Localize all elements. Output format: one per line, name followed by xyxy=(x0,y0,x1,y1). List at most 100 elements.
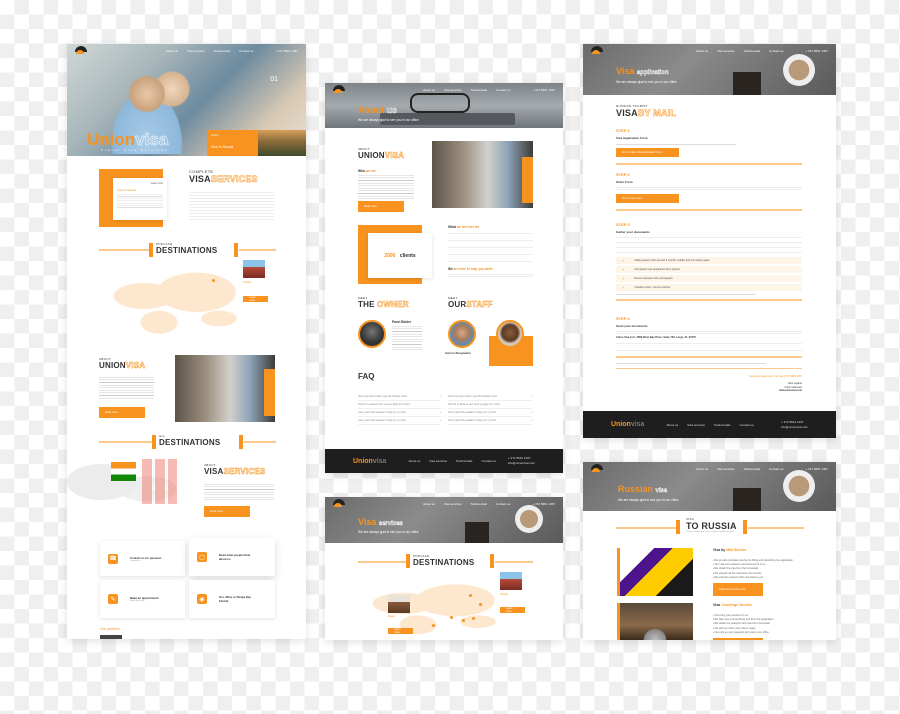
nav-phone[interactable]: + 372 5661 1467 xyxy=(805,467,828,471)
map-pin[interactable] xyxy=(479,603,482,606)
map-pin[interactable] xyxy=(450,616,453,619)
russia-nav: About us Visa services Testimonials Cont… xyxy=(583,462,836,476)
nav-visa-services[interactable]: Visa services xyxy=(717,49,735,53)
nav-about[interactable]: About us xyxy=(423,502,435,506)
faq-item[interactable]: Can I extend the duration of stay on my … xyxy=(448,409,533,417)
signature: Best regards Union Visa team www.unionvi… xyxy=(779,382,802,392)
concierge-service-title: Visa Concierge Service xyxy=(713,603,752,607)
nav-contact[interactable]: Contact us xyxy=(496,502,510,506)
nav-about[interactable]: About us xyxy=(423,88,435,92)
nav-testimonials[interactable]: Testimonials xyxy=(471,88,488,92)
nav-contact[interactable]: Contact us xyxy=(496,88,510,92)
popular-destinations-heading: POPULAR DESTINATIONS xyxy=(358,554,533,570)
footer-nav-contact[interactable]: Contact us xyxy=(739,423,753,427)
visa-services-text xyxy=(189,192,274,222)
nav-about[interactable]: About us xyxy=(166,49,178,53)
faq-item[interactable]: How long does it take to get the Russian… xyxy=(448,393,533,401)
mail-hero-sub: We are always glad to see you in our off… xyxy=(616,80,677,84)
partner-logo[interactable] xyxy=(100,635,122,639)
logo[interactable] xyxy=(591,464,607,474)
nav-phone[interactable]: + 372 5661 1467 xyxy=(532,502,555,506)
visa-card[interactable]: Learn more Visa to Russia xyxy=(113,178,167,220)
staff-avatar[interactable] xyxy=(448,320,476,348)
nav-visa-services[interactable]: Visa services xyxy=(444,502,462,506)
logo[interactable] xyxy=(75,46,91,56)
india-flag[interactable] xyxy=(111,462,136,481)
nav-visa-services[interactable]: Visa services xyxy=(187,49,205,53)
faq-item[interactable]: Can I extend the duration of stay on my … xyxy=(358,409,441,417)
footer-nav-testimonials[interactable]: Testimonials xyxy=(714,423,731,427)
faq-item[interactable]: Can I extend the duration of stay on my … xyxy=(448,417,533,425)
contact-card-question[interactable]: ☎ Contact us for question Contact us xyxy=(100,541,185,576)
nav-visa-services[interactable]: Visa services xyxy=(444,88,462,92)
faq-right-column: How long does it take to get the Russian… xyxy=(448,393,533,425)
faq-item[interactable]: How long does it take to get the Russian… xyxy=(358,393,441,401)
map-pin[interactable] xyxy=(212,279,215,282)
what-text xyxy=(448,233,533,263)
russia-page-mockup: About us Visa services Testimonials Cont… xyxy=(583,462,836,640)
nav-testimonials[interactable]: Testimonials xyxy=(471,502,488,506)
faq-item[interactable]: How far in advance do I need to apply fo… xyxy=(358,401,441,409)
nav-contact[interactable]: Contact us xyxy=(769,49,783,53)
nav-contact[interactable]: Contact us xyxy=(769,467,783,471)
step-2-button[interactable]: Go to Order Form xyxy=(616,194,679,203)
russia-thumb[interactable] xyxy=(500,572,522,590)
about-visa-read-more-button[interactable]: Read more xyxy=(204,506,250,517)
footer-nav-about[interactable]: About us xyxy=(666,423,678,427)
nepal-thumb[interactable] xyxy=(388,595,410,613)
map-pin[interactable] xyxy=(462,619,465,622)
map-pin[interactable] xyxy=(432,624,435,627)
footer-nav-visa[interactable]: Visa services xyxy=(429,459,447,463)
dest-right-button[interactable]: Learn more xyxy=(500,607,525,613)
nav-testimonials[interactable]: Testimonials xyxy=(214,49,231,53)
dest-left-button[interactable]: Learn more xyxy=(388,628,413,634)
contact-card-office[interactable]: ◉ Our office in Tampa Bay Florida xyxy=(189,580,275,618)
team-photo-accent xyxy=(522,157,533,203)
promo-card[interactable]: Visa to Visa to Russia xyxy=(207,130,258,156)
footer-nav-visa[interactable]: Visa services xyxy=(687,423,705,427)
footer-logo[interactable]: Unionvisa xyxy=(611,421,644,428)
logo[interactable] xyxy=(333,499,349,509)
visa-hero-sub: We are always glad to see you in our off… xyxy=(358,530,419,534)
visa-nav: About us Visa services Testimonials Cont… xyxy=(325,497,563,511)
select-service-button[interactable]: Select this service now xyxy=(713,583,763,596)
nav-phone[interactable]: + 372 5661 1467 xyxy=(805,49,828,53)
dest-learn-more-button[interactable]: Learn more xyxy=(243,296,268,302)
dest-right-name: Russia xyxy=(500,593,508,596)
staff-avatar-2[interactable] xyxy=(496,320,524,348)
logo[interactable] xyxy=(591,46,607,56)
step-1-button[interactable]: Go to Online Visa Application Form xyxy=(616,148,679,157)
footer-logo[interactable]: Unionvisa xyxy=(353,458,386,465)
about-read-more-button[interactable]: Read more xyxy=(99,407,145,418)
nav-contact[interactable]: Contact us xyxy=(239,49,253,53)
about-union-heading: ABOUT UNIONVISA xyxy=(358,147,405,160)
nav-phone[interactable]: + 372 5661 1467 xyxy=(532,88,555,92)
russia-thumb[interactable] xyxy=(243,260,265,278)
contact-card-appointment[interactable]: ✎ Make an appointment Book your time xyxy=(100,580,185,618)
map-pin[interactable] xyxy=(472,617,475,620)
nav-about[interactable]: About us xyxy=(696,467,708,471)
footer-nav-contact[interactable]: Contact us xyxy=(481,459,495,463)
concierge-select-button[interactable] xyxy=(713,638,763,640)
mail-service-title: Visa by Mail Service xyxy=(713,548,747,552)
footer-nav-testimonials[interactable]: Testimonials xyxy=(456,459,473,463)
questions-link[interactable]: Have any questions? call now (727) 888-1… xyxy=(749,375,802,378)
footer-nav-about[interactable]: About us xyxy=(408,459,420,463)
nav-testimonials[interactable]: Testimonials xyxy=(744,49,761,53)
brand-tagline: Travel Visa Services xyxy=(101,148,169,152)
faq-title: FAQ xyxy=(358,372,375,381)
who-text xyxy=(358,175,414,199)
map-pin[interactable] xyxy=(469,594,472,597)
nav-testimonials[interactable]: Testimonials xyxy=(744,467,761,471)
landscape-thumb[interactable] xyxy=(258,130,306,156)
nav-about[interactable]: About us xyxy=(696,49,708,53)
faq-item[interactable]: Can I extend the duration of stay on my … xyxy=(358,417,441,425)
nav-visa-services[interactable]: Visa services xyxy=(717,467,735,471)
mail-service-bullets: We provide complete service for filling … xyxy=(713,559,793,580)
logo[interactable] xyxy=(333,85,349,95)
about-hero-sub: We are always glad to see you in our off… xyxy=(358,118,419,122)
contact-card-reviews[interactable]: ▢ Read what people think about us xyxy=(189,538,275,576)
about-read-more-button[interactable]: Read more xyxy=(358,201,404,212)
faq-item[interactable]: How far in advance do I need to apply fo… xyxy=(448,401,533,409)
nav-phone[interactable]: + 372 5661 1467 xyxy=(275,49,298,53)
